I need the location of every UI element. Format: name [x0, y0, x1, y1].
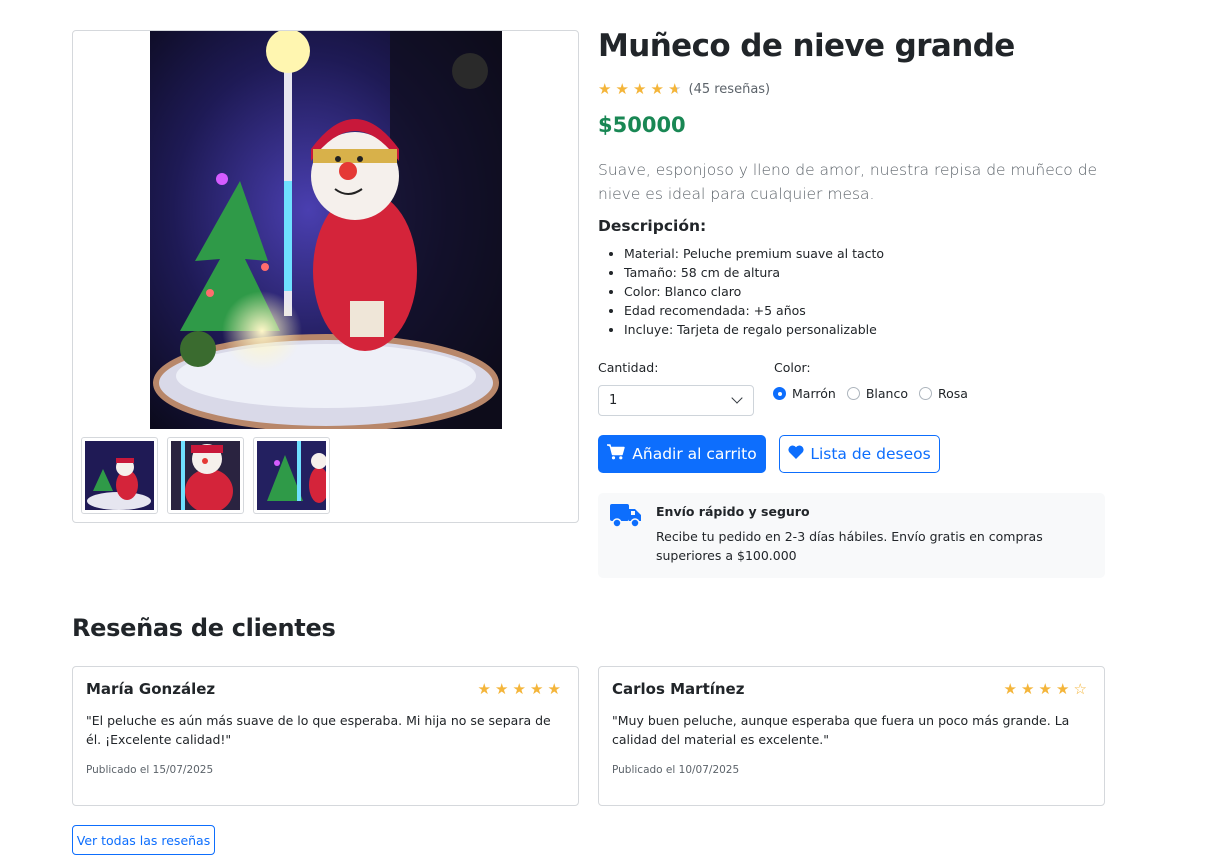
- star-icon: ★: [547, 680, 561, 698]
- quantity-value: 1: [609, 393, 618, 408]
- quantity-label: Cantidad:: [598, 360, 659, 375]
- chevron-down-icon: [731, 392, 743, 404]
- thumbnail-3[interactable]: [253, 437, 330, 514]
- reviews-heading: Reseñas de clientes: [72, 614, 336, 642]
- product-title: Muñeco de nieve grande: [598, 28, 1015, 64]
- description-heading: Descripción:: [598, 217, 707, 235]
- star-icon: ★: [1038, 680, 1052, 698]
- wishlist-label: Lista de deseos: [810, 445, 931, 463]
- review-date: Publicado el 10/07/2025: [612, 764, 740, 776]
- star-half-icon: ★: [668, 81, 686, 97]
- shipping-title: Envío rápido y seguro: [656, 504, 810, 519]
- product-summary: Suave, esponjoso y lleno de amor, nuestr…: [598, 161, 1098, 203]
- review-count[interactable]: (45 reseñas): [689, 82, 771, 97]
- review-card: María González ★ ★ ★ ★ ★ "El peluche es …: [72, 666, 579, 806]
- star-icon: ★: [1056, 680, 1070, 698]
- description-item: Edad recomendada: +5 años: [624, 301, 884, 320]
- description-item: Tamaño: 58 cm de altura: [624, 263, 884, 282]
- review-text: "Muy buen peluche, aunque esperaba que f…: [612, 713, 1070, 747]
- review-rating: ★ ★ ★ ★ ☆: [1004, 681, 1092, 697]
- color-option-marron[interactable]: Marrón: [773, 386, 836, 401]
- color-option-label: Rosa: [937, 386, 968, 401]
- thumbnail-1[interactable]: [81, 437, 158, 514]
- thumbnail-list: [81, 437, 330, 514]
- review-card: Carlos Martínez ★ ★ ★ ★ ☆ "Muy buen pelu…: [598, 666, 1105, 806]
- wishlist-button[interactable]: Lista de deseos: [779, 435, 940, 473]
- star-icon: ★: [615, 80, 629, 98]
- add-to-cart-label: Añadir al carrito: [632, 445, 757, 463]
- star-outline-icon: ☆: [1073, 680, 1087, 698]
- color-label: Color:: [774, 360, 811, 375]
- product-price: $50000: [598, 113, 686, 137]
- quantity-select[interactable]: 1: [598, 385, 754, 416]
- color-option-label: Marrón: [792, 386, 836, 401]
- review-rating: ★ ★ ★ ★ ★: [478, 681, 566, 697]
- description-item: Material: Peluche premium suave al tacto: [624, 244, 884, 263]
- color-option-rosa[interactable]: Rosa: [918, 386, 968, 401]
- color-option-blanco[interactable]: Blanco: [846, 386, 908, 401]
- reviewer-name: María González: [86, 680, 216, 698]
- cart-icon: [607, 444, 625, 464]
- review-date: Publicado el 15/07/2025: [86, 764, 214, 776]
- star-icon: ★: [1003, 680, 1017, 698]
- shipping-text: Recibe tu pedido en 2-3 días hábiles. En…: [656, 529, 1043, 563]
- shipping-info: Envío rápido y seguro Recibe tu pedido e…: [598, 493, 1105, 578]
- truck-icon: [610, 503, 642, 533]
- reviewer-name: Carlos Martínez: [612, 680, 745, 698]
- heart-icon: [788, 445, 804, 463]
- review-text: "El peluche es aún más suave de lo que e…: [86, 713, 551, 747]
- thumbnail-2[interactable]: [167, 437, 244, 514]
- color-option-label: Blanco: [865, 386, 908, 401]
- product-rating: ★ ★ ★ ★ ★ (45 reseñas): [598, 81, 770, 97]
- description-item: Color: Blanco claro: [624, 282, 884, 301]
- star-icon: ★: [530, 680, 544, 698]
- star-icon: ★: [495, 680, 509, 698]
- star-icon: ★: [598, 80, 612, 98]
- description-list: Material: Peluche premium suave al tacto…: [624, 244, 884, 339]
- star-icon: ★: [512, 680, 526, 698]
- star-icon: ★: [650, 80, 664, 98]
- star-icon: ★: [633, 80, 647, 98]
- radio-marron[interactable]: [773, 387, 786, 400]
- view-all-reviews-button[interactable]: Ver todas las reseñas: [72, 825, 215, 855]
- radio-blanco[interactable]: [846, 387, 860, 400]
- product-gallery: [72, 30, 579, 523]
- star-icon: ★: [1021, 680, 1035, 698]
- color-options: Marrón Blanco Rosa: [773, 386, 979, 401]
- radio-rosa[interactable]: [918, 387, 932, 400]
- description-item: Incluye: Tarjeta de regalo personalizabl…: [624, 320, 884, 339]
- main-product-image[interactable]: [150, 31, 502, 429]
- add-to-cart-button[interactable]: Añadir al carrito: [598, 435, 766, 473]
- star-icon: ★: [477, 680, 491, 698]
